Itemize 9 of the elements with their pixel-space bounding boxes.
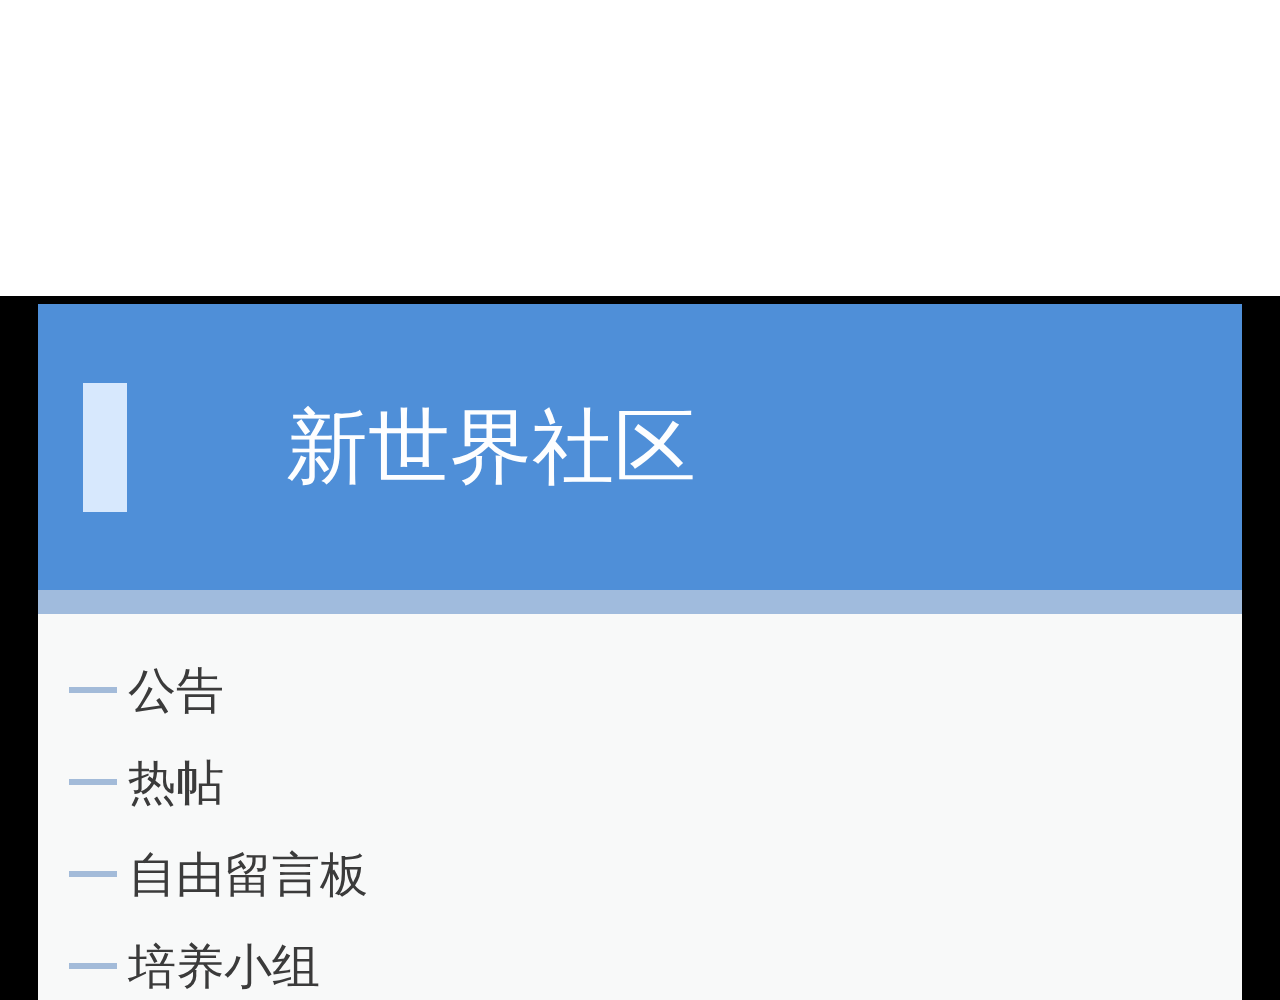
dash-icon	[69, 871, 117, 877]
header-title: 新世界社区	[286, 399, 696, 495]
dash-icon	[69, 963, 117, 969]
menu-item[interactable]: 自由留言板	[69, 846, 368, 902]
menu-item[interactable]: 热帖	[69, 754, 224, 810]
dash-icon	[69, 779, 117, 785]
dash-icon	[69, 687, 117, 693]
menu-item[interactable]: 培养小组	[69, 938, 320, 994]
menu-item[interactable]: 公告	[69, 662, 224, 718]
